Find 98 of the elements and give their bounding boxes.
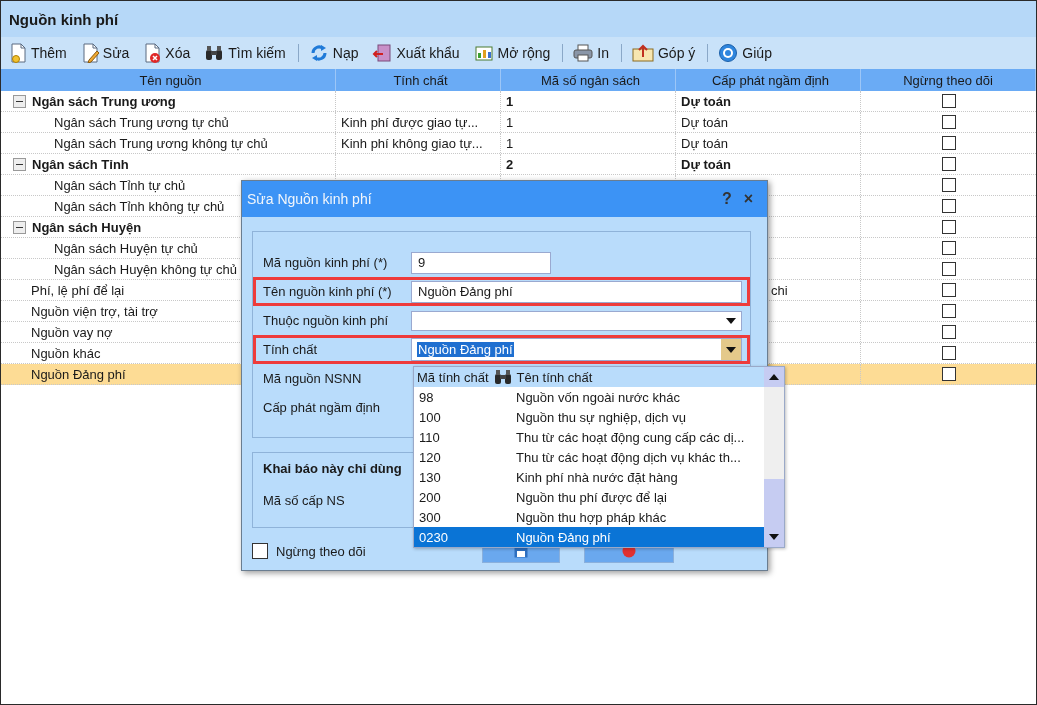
dialog-title: Sửa Nguồn kinh phí: [247, 191, 373, 207]
checkbox-label: Ngừng theo dõi: [276, 543, 367, 559]
feedback-icon: [632, 44, 654, 62]
cell-text: Ngân sách Tỉnh: [32, 156, 129, 172]
list-item[interactable]: 300 Nguồn thu hợp pháp khác: [414, 507, 764, 527]
field-label: Mã nguồn NSNN: [263, 371, 363, 386]
help-icon: [718, 43, 739, 63]
list-item[interactable]: 200 Nguồn thu phí được để lại: [414, 487, 764, 507]
cell-text: Ngân sách Huyện tự chủ: [54, 240, 198, 256]
list-item[interactable]: 130 Kinh phí nhà nước đặt hàng: [414, 467, 764, 487]
column-header[interactable]: Ngừng theo dõi: [861, 69, 1036, 91]
help-button[interactable]: ?: [715, 190, 738, 208]
collapse-toggle[interactable]: [13, 157, 26, 171]
checkbox[interactable]: [941, 241, 956, 255]
checkbox[interactable]: [941, 178, 956, 192]
list-item[interactable]: 120 Thu từ các hoạt động dịch vụ khác th...: [414, 447, 764, 467]
list-item[interactable]: 98 Nguồn vốn ngoài nước khác: [414, 387, 764, 407]
toolbar-button[interactable]: Xuất khẩu: [366, 40, 468, 66]
text-field[interactable]: 9: [411, 251, 551, 274]
column-header[interactable]: Cấp phát ngầm định: [676, 69, 861, 91]
scroll-up-icon[interactable]: [764, 367, 784, 387]
dropdown-field[interactable]: [411, 310, 742, 331]
checkbox[interactable]: [252, 543, 268, 559]
document-add-icon: [9, 43, 27, 63]
cell-text: Ngân sách Trung ương không tự chủ: [54, 135, 268, 151]
scroll-down-icon[interactable]: [764, 527, 784, 547]
toolbar-button[interactable]: Sửa: [74, 40, 138, 66]
cell-text: 1: [506, 135, 514, 151]
field-label: Cấp phát ngầm định: [263, 400, 382, 415]
toolbar-button[interactable]: Mở rộng: [467, 40, 559, 66]
cell-text: Dự toán: [681, 135, 728, 151]
cell-text: Nguồn vay nợ: [31, 324, 113, 340]
checkbox[interactable]: [941, 115, 956, 129]
text-field[interactable]: Nguồn Đảng phí: [411, 280, 742, 303]
cell-text: Ngân sách Huyện không tự chủ: [54, 261, 237, 277]
cell-text: Phí, lệ phí để lại: [31, 282, 125, 298]
list-item[interactable]: 0230 Nguồn Đảng phí: [414, 527, 764, 547]
cell-text: Kinh phí không giao tự...: [341, 135, 483, 151]
cell-text: Ngân sách Trung ương tự chủ: [54, 114, 229, 130]
checkbox[interactable]: [941, 199, 956, 213]
binoculars-icon: [204, 44, 225, 62]
column-header[interactable]: Mã tính chất: [417, 369, 489, 385]
cell-text: Ngân sách Tỉnh không tự chủ: [54, 198, 225, 214]
cell-text: Dự toán: [681, 93, 731, 109]
cell-text: Nguồn khác: [31, 345, 101, 361]
close-button[interactable]: ×: [737, 190, 759, 208]
field-label: Thuộc nguồn kinh phí: [263, 313, 390, 328]
cell-text: Dự toán: [681, 156, 731, 172]
cell-text: Kinh phí được giao tự...: [341, 114, 479, 130]
checkbox[interactable]: [941, 94, 956, 108]
collapse-toggle[interactable]: [13, 94, 26, 108]
cell-text: 2: [506, 156, 514, 172]
dropdown-field[interactable]: Nguồn Đảng phí: [411, 338, 742, 361]
checkbox[interactable]: [941, 283, 956, 297]
binoculars-icon: [492, 368, 513, 386]
field-label: Tên nguồn kinh phí (*): [263, 284, 393, 299]
printer-icon: [573, 44, 594, 62]
list-item[interactable]: 100 Nguồn thu sự nghiệp, dịch vụ: [414, 407, 764, 427]
checkbox[interactable]: [941, 220, 956, 234]
column-header[interactable]: Tên nguồn: [1, 69, 336, 91]
list-item[interactable]: 110 Thu từ các hoạt động cung cấp các dị...: [414, 427, 764, 447]
column-header[interactable]: Tính chất: [336, 69, 501, 91]
scroll-thumb[interactable]: [764, 479, 784, 527]
window-title: Nguồn kinh phí: [9, 10, 119, 28]
toolbar-button[interactable]: Nạp: [302, 40, 367, 66]
cell-text: Nguồn viện trợ, tài trợ: [31, 303, 158, 319]
collapse-toggle[interactable]: [13, 220, 26, 234]
cell-text: Ngân sách Tỉnh tự chủ: [54, 177, 186, 193]
cell-text: chi: [771, 282, 788, 298]
checkbox[interactable]: [941, 136, 956, 150]
checkbox[interactable]: [941, 325, 956, 339]
document-edit-icon: [80, 43, 99, 63]
column-header[interactable]: Mã số ngân sách: [501, 69, 676, 91]
checkbox[interactable]: [941, 346, 956, 360]
checkbox[interactable]: [941, 304, 956, 318]
toolbar-button[interactable]: Giúp: [712, 40, 780, 66]
column-header[interactable]: Tên tính chất: [516, 369, 593, 385]
toolbar-button[interactable]: Thêm: [3, 40, 75, 66]
field-label: Mã nguồn kinh phí (*): [263, 255, 389, 270]
cell-text: Ngân sách Trung ương: [32, 93, 176, 109]
scrollbar[interactable]: [764, 367, 784, 547]
checkbox[interactable]: [941, 157, 956, 171]
cell-text: Nguồn Đảng phí: [31, 366, 126, 382]
cell-text: Ngân sách Huyện: [32, 219, 142, 235]
cell-text: Dự toán: [681, 114, 728, 130]
toolbar-button[interactable]: In: [567, 40, 617, 66]
cell-text: 1: [506, 93, 514, 109]
group-title: Khai báo này chỉ dùng: [262, 461, 403, 476]
cell-text: 1: [506, 114, 514, 130]
field-label: Mã số cấp NS: [263, 493, 346, 508]
field-label: Tính chất: [263, 342, 319, 357]
checkbox[interactable]: [941, 367, 956, 381]
checkbox[interactable]: [941, 262, 956, 276]
toolbar-button[interactable]: Góp ý: [626, 40, 704, 66]
toolbar-button[interactable]: Tìm kiếm: [198, 40, 294, 66]
export-icon: [372, 43, 393, 63]
toolbar-button[interactable]: Xóa: [137, 40, 199, 66]
document-delete-icon: [143, 43, 162, 63]
